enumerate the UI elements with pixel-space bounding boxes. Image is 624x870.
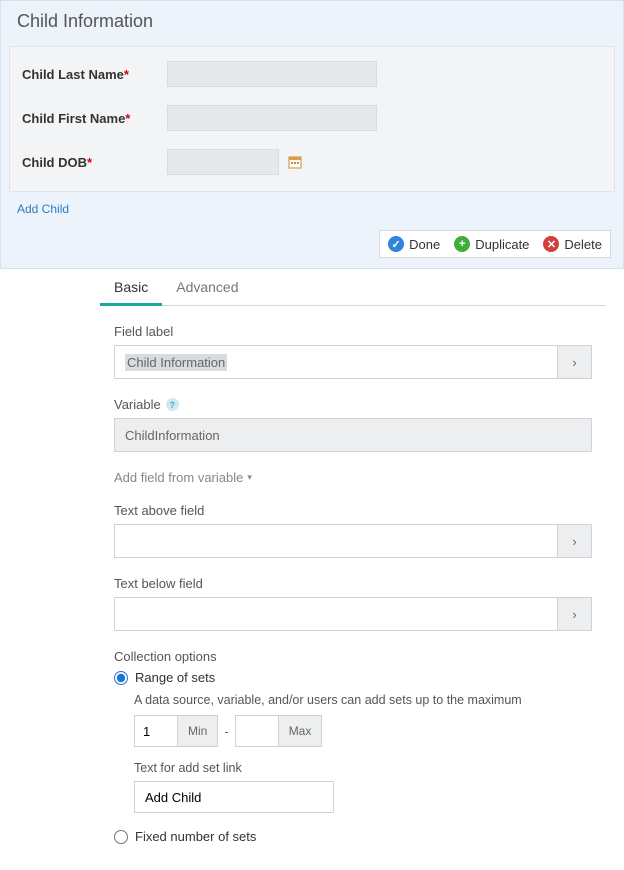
field-label-label: Field label: [114, 324, 592, 339]
field-label-input[interactable]: Child Information: [114, 345, 558, 379]
range-hint: A data source, variable, and/or users ca…: [134, 693, 592, 707]
chevron-right-icon: ›: [572, 607, 576, 622]
last-name-input[interactable]: [167, 61, 377, 87]
text-below-input[interactable]: [114, 597, 558, 631]
text-below-label: Text below field: [114, 576, 592, 591]
text-below-expand[interactable]: ›: [558, 597, 592, 631]
chevron-right-icon: ›: [572, 355, 576, 370]
text-above-input[interactable]: [114, 524, 558, 558]
field-label-expand[interactable]: ›: [558, 345, 592, 379]
duplicate-icon: +: [454, 236, 470, 252]
add-child-link[interactable]: Add Child: [1, 192, 85, 226]
range-of-sets-radio[interactable]: [114, 671, 128, 685]
dob-label: Child DOB*: [22, 155, 167, 170]
fixed-number-option[interactable]: Fixed number of sets: [114, 829, 592, 844]
max-label: Max: [278, 716, 322, 746]
min-label: Min: [177, 716, 217, 746]
variable-label: Variable?: [114, 397, 592, 412]
duplicate-button[interactable]: +Duplicate: [454, 236, 529, 252]
caret-down-icon: ▾: [247, 472, 252, 483]
min-input[interactable]: [135, 716, 177, 746]
tab-advanced[interactable]: Advanced: [162, 269, 252, 305]
delete-button[interactable]: ✕Delete: [543, 236, 602, 252]
add-set-link-label: Text for add set link: [134, 761, 592, 775]
section-title: Child Information: [1, 1, 623, 40]
done-icon: ✓: [388, 236, 404, 252]
tab-basic[interactable]: Basic: [100, 269, 162, 306]
last-name-label: Child Last Name*: [22, 67, 167, 82]
first-name-input[interactable]: [167, 105, 377, 131]
help-icon[interactable]: ?: [166, 398, 179, 411]
first-name-label: Child First Name*: [22, 111, 167, 126]
max-input[interactable]: [236, 716, 278, 746]
variable-input: ChildInformation: [114, 418, 592, 452]
fixed-number-radio[interactable]: [114, 830, 128, 844]
collection-options-heading: Collection options: [114, 649, 592, 664]
range-of-sets-option[interactable]: Range of sets: [114, 670, 592, 685]
delete-icon: ✕: [543, 236, 559, 252]
add-set-link-input[interactable]: [134, 781, 334, 813]
dob-input[interactable]: [167, 149, 279, 175]
calendar-icon[interactable]: [287, 154, 303, 170]
add-field-from-variable-link[interactable]: Add field from variable▾: [114, 470, 252, 485]
text-above-expand[interactable]: ›: [558, 524, 592, 558]
done-button[interactable]: ✓Done: [388, 236, 440, 252]
text-above-label: Text above field: [114, 503, 592, 518]
chevron-right-icon: ›: [572, 534, 576, 549]
range-separator: -: [224, 724, 228, 739]
